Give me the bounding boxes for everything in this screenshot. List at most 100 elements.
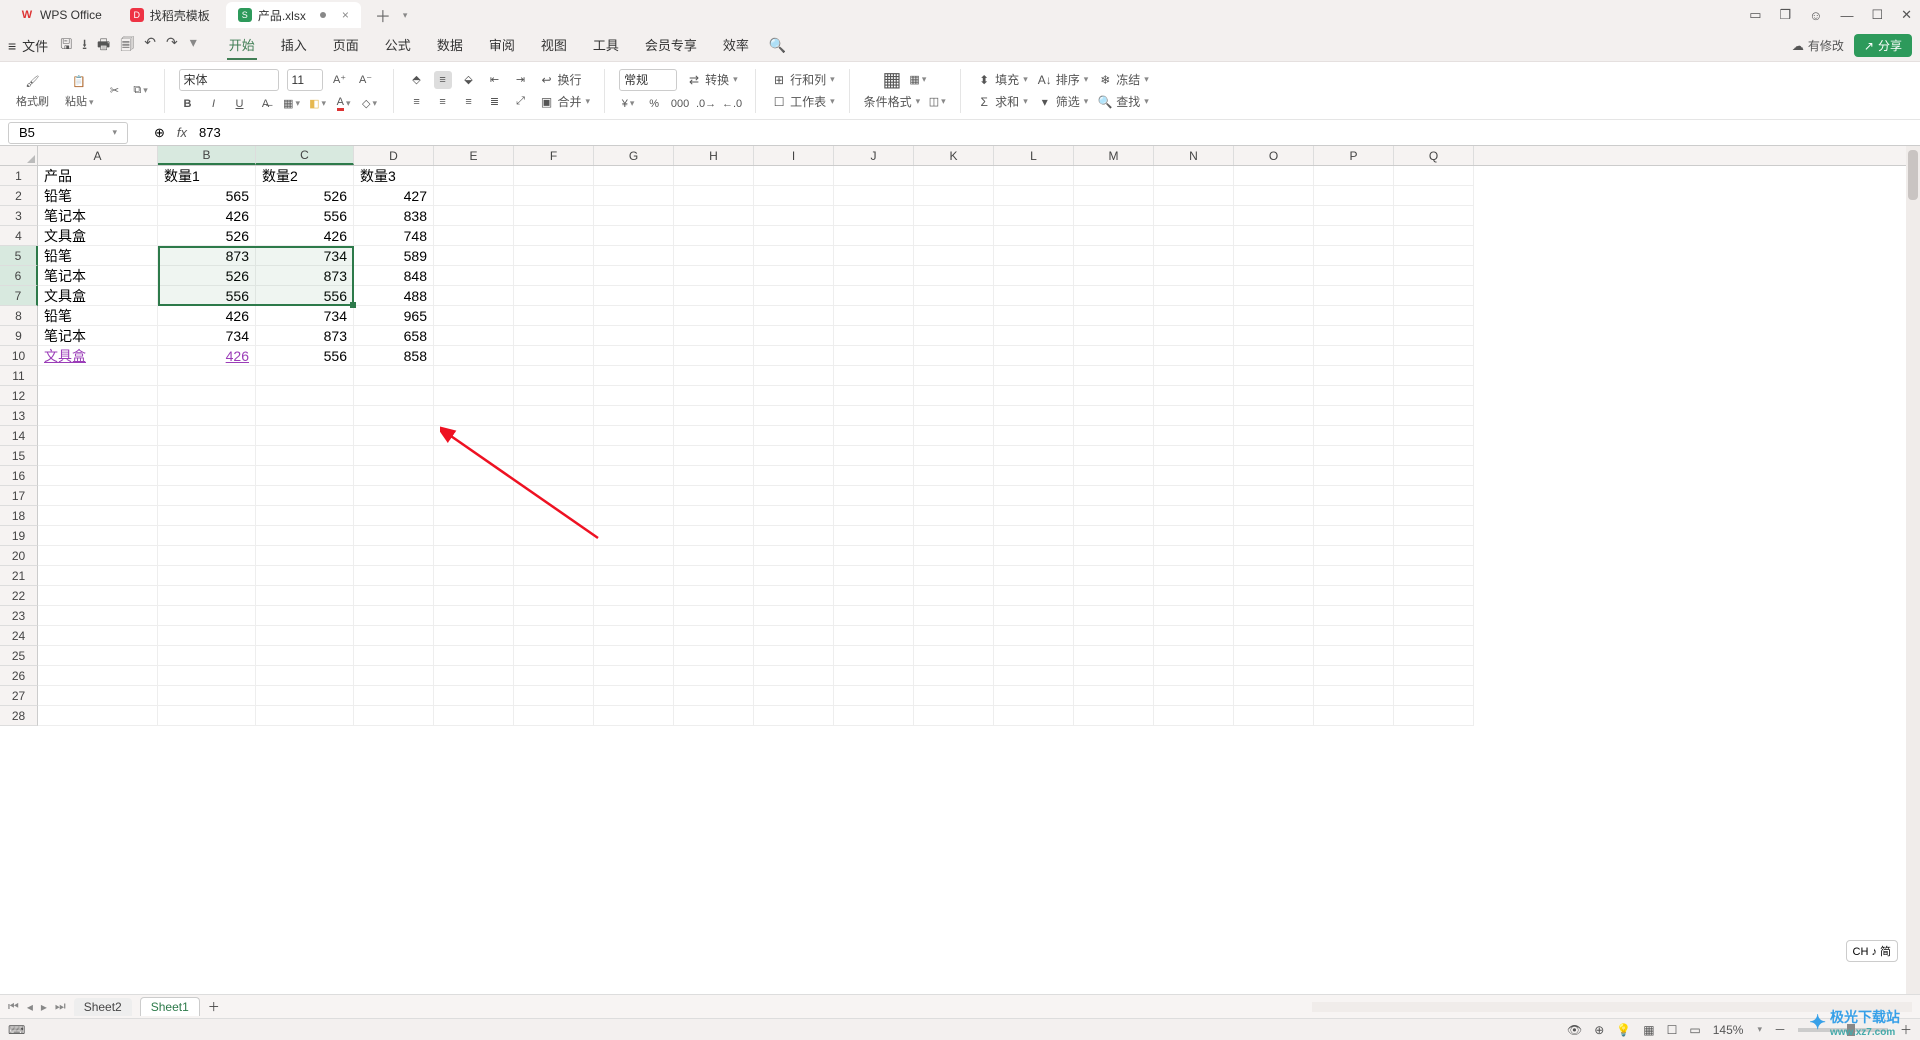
hamburger-menu[interactable]: ≡ [8, 38, 16, 54]
menu-insert[interactable]: 插入 [279, 31, 309, 60]
fill-color-icon[interactable]: ◧▾ [309, 95, 327, 113]
cell[interactable] [1234, 226, 1314, 246]
cell[interactable] [514, 546, 594, 566]
cell[interactable] [1234, 486, 1314, 506]
cell[interactable] [594, 326, 674, 346]
cell[interactable] [1074, 186, 1154, 206]
cell[interactable] [754, 646, 834, 666]
cell[interactable] [914, 506, 994, 526]
sum-button[interactable]: Σ求和▾ [975, 93, 1028, 111]
cell[interactable] [594, 586, 674, 606]
cell[interactable] [674, 366, 754, 386]
add-sheet-button[interactable]: ＋ [208, 998, 220, 1015]
cell[interactable] [1394, 486, 1474, 506]
col-header-F[interactable]: F [514, 146, 594, 165]
font-name-selector[interactable] [179, 69, 279, 91]
menu-review[interactable]: 审阅 [487, 31, 517, 60]
cell[interactable] [994, 546, 1074, 566]
cell[interactable] [1154, 646, 1234, 666]
cell[interactable] [38, 446, 158, 466]
cell[interactable] [434, 686, 514, 706]
cell[interactable] [434, 386, 514, 406]
cell[interactable] [754, 246, 834, 266]
avatar-icon[interactable]: ☺ [1809, 8, 1822, 23]
col-header-N[interactable]: N [1154, 146, 1234, 165]
cell[interactable] [1074, 586, 1154, 606]
view-break-icon[interactable]: ▭ [1689, 1023, 1700, 1037]
menu-page[interactable]: 页面 [331, 31, 361, 60]
cell[interactable] [354, 366, 434, 386]
cell[interactable] [754, 366, 834, 386]
cell[interactable] [354, 386, 434, 406]
row-header[interactable]: 12 [0, 386, 38, 406]
cell[interactable] [38, 526, 158, 546]
cell[interactable] [1314, 306, 1394, 326]
cell[interactable] [1234, 526, 1314, 546]
convert-button[interactable]: ⇄转换▾ [685, 71, 738, 89]
cell[interactable] [914, 266, 994, 286]
cell[interactable] [256, 406, 354, 426]
cell[interactable] [914, 646, 994, 666]
cell[interactable] [834, 606, 914, 626]
cell[interactable] [674, 446, 754, 466]
cell[interactable] [594, 666, 674, 686]
highlight-icon[interactable]: ◇▾ [361, 95, 379, 113]
cell[interactable] [1154, 446, 1234, 466]
format-style-icon[interactable]: ◫▾ [928, 93, 946, 111]
tab-close-button[interactable]: × [342, 8, 349, 22]
cell[interactable] [1234, 686, 1314, 706]
tab-document[interactable]: S 产品.xlsx × [226, 2, 361, 28]
cell[interactable] [1154, 186, 1234, 206]
cell[interactable] [1074, 386, 1154, 406]
cell[interactable] [1394, 366, 1474, 386]
cell[interactable] [674, 426, 754, 446]
cell[interactable] [914, 366, 994, 386]
cell[interactable] [754, 446, 834, 466]
cell[interactable] [1314, 206, 1394, 226]
border-icon[interactable]: ▦▾ [283, 95, 301, 113]
cell[interactable] [594, 266, 674, 286]
cell[interactable] [1074, 286, 1154, 306]
cell[interactable] [674, 506, 754, 526]
cell[interactable] [834, 366, 914, 386]
cell[interactable] [1314, 166, 1394, 186]
cell[interactable] [674, 626, 754, 646]
cell[interactable] [1394, 306, 1474, 326]
cell[interactable] [1394, 526, 1474, 546]
cell[interactable] [514, 466, 594, 486]
bold-icon[interactable]: B [179, 95, 197, 113]
cell[interactable]: 565 [158, 186, 256, 206]
cell[interactable] [1314, 386, 1394, 406]
cell[interactable] [354, 506, 434, 526]
file-menu[interactable]: 文件 [22, 36, 48, 55]
row-header[interactable]: 7 [0, 286, 38, 306]
cell[interactable]: 铅笔 [38, 306, 158, 326]
cell[interactable] [514, 606, 594, 626]
cell[interactable] [158, 446, 256, 466]
cell[interactable] [994, 386, 1074, 406]
row-header[interactable]: 13 [0, 406, 38, 426]
cell[interactable] [1154, 666, 1234, 686]
cell[interactable] [754, 626, 834, 646]
cell[interactable] [674, 186, 754, 206]
cell[interactable] [1314, 266, 1394, 286]
cell[interactable]: 873 [256, 326, 354, 346]
cell[interactable] [674, 166, 754, 186]
freeze-button[interactable]: ❄冻结▾ [1096, 71, 1149, 89]
cell[interactable] [674, 586, 754, 606]
cell[interactable] [754, 286, 834, 306]
cell[interactable] [158, 626, 256, 646]
cell[interactable] [594, 646, 674, 666]
cell[interactable]: 铅笔 [38, 186, 158, 206]
cell[interactable] [514, 486, 594, 506]
number-format-selector[interactable] [619, 69, 677, 91]
filter-button[interactable]: ▾筛选▾ [1036, 93, 1089, 111]
cell[interactable] [38, 566, 158, 586]
cell[interactable] [674, 606, 754, 626]
cell[interactable] [914, 426, 994, 446]
cell[interactable] [514, 566, 594, 586]
cell[interactable] [834, 686, 914, 706]
cell[interactable]: 488 [354, 286, 434, 306]
cell[interactable] [914, 386, 994, 406]
undo-icon[interactable]: ↶ [144, 34, 156, 58]
